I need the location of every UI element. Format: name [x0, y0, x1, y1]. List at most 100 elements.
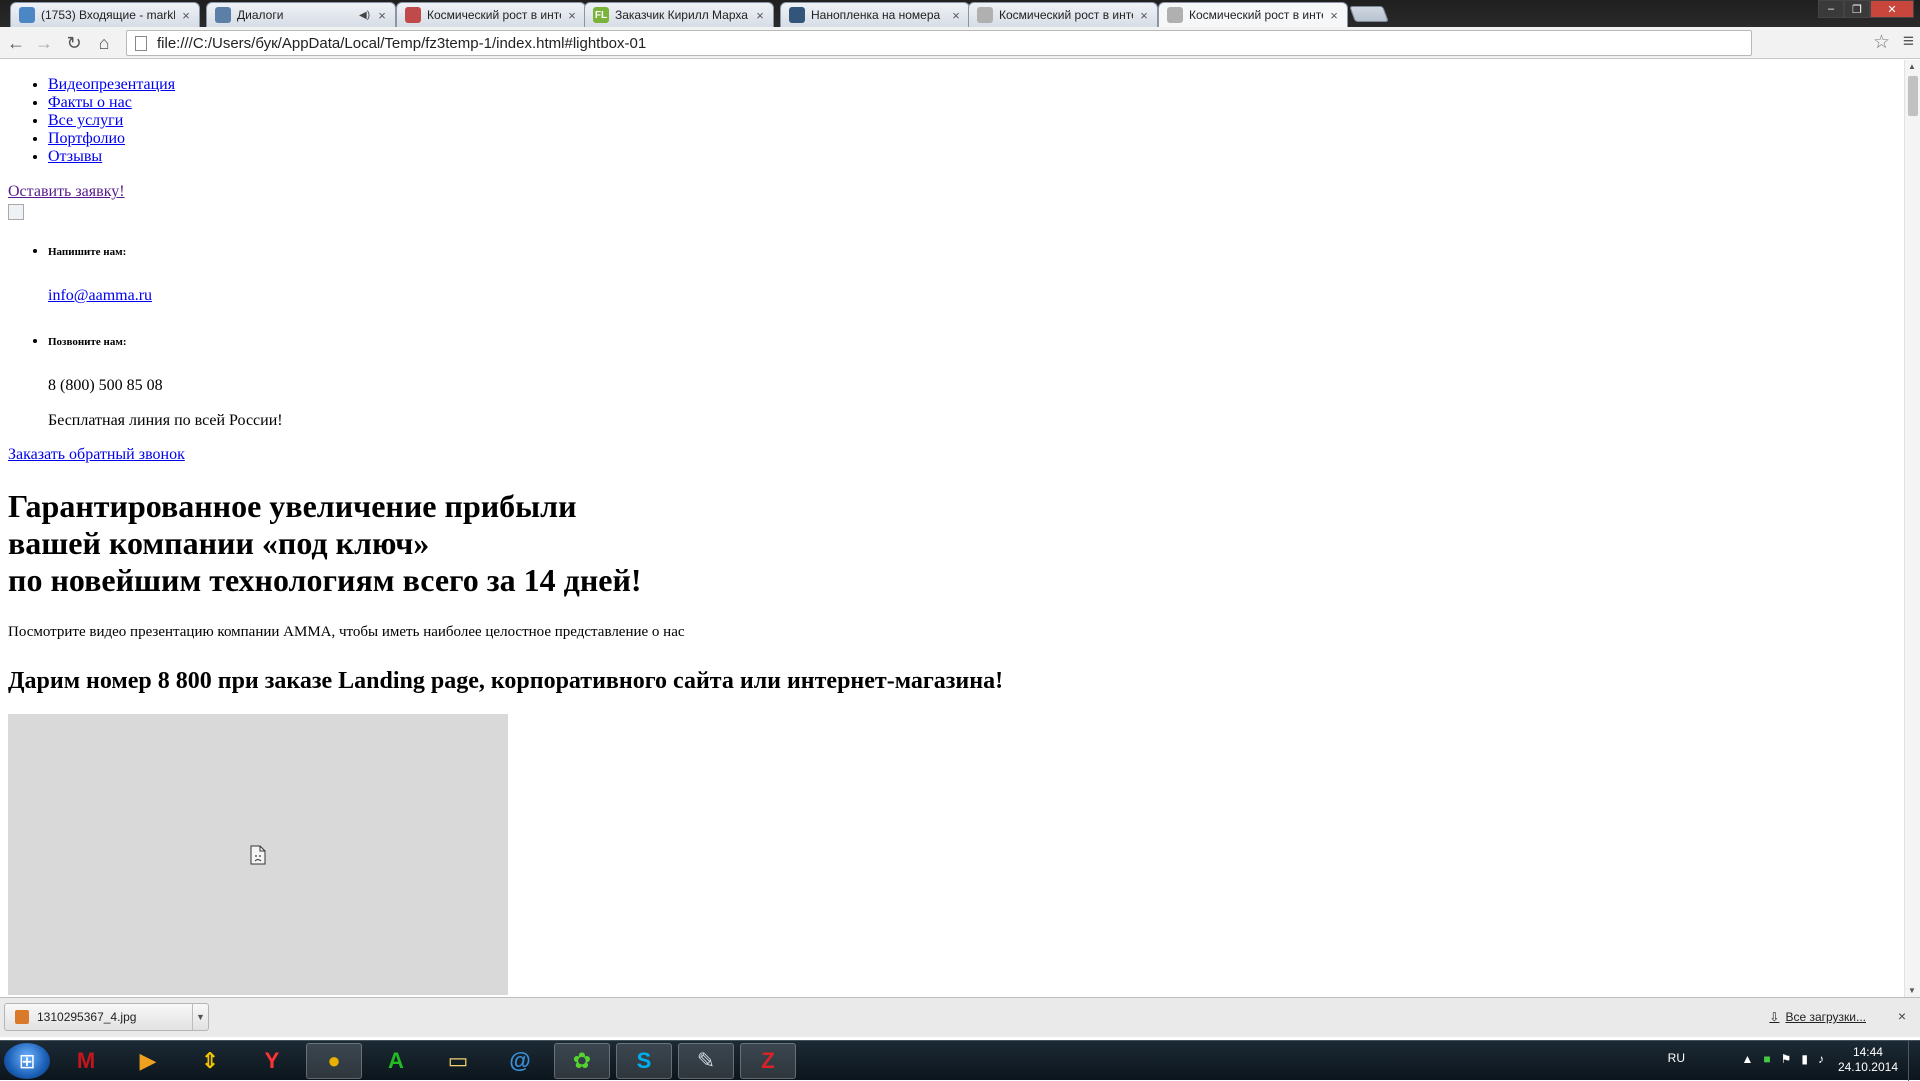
page-scrollbar[interactable]: ▲ ▼ — [1904, 60, 1920, 997]
tray-app-icon[interactable]: ■ — [1763, 1052, 1770, 1066]
tab-close-icon[interactable]: × — [1327, 8, 1341, 23]
home-icon: ⌂ — [98, 32, 110, 53]
bookmark-star-icon[interactable]: ☆ — [1873, 31, 1890, 54]
fl-icon: FL — [593, 7, 609, 23]
mcafee-icon[interactable]: M — [58, 1043, 114, 1079]
hero-line-3: по новейшим технологиям всего за 14 дней… — [8, 562, 642, 598]
tab-close-icon[interactable]: × — [565, 8, 579, 23]
chrome-icon[interactable]: ● — [306, 1043, 362, 1079]
forward-arrow-icon: → — [35, 32, 53, 53]
media-player-icon[interactable]: ▶ — [120, 1043, 176, 1079]
page-icon — [1167, 7, 1183, 23]
skype-icon[interactable]: S — [616, 1043, 672, 1079]
filezilla-icon[interactable]: Z — [740, 1043, 796, 1079]
nav-item-reviews: Отзывы — [48, 148, 1888, 166]
show-hidden-icons-icon[interactable]: ▲ — [1741, 1052, 1753, 1066]
all-downloads-label[interactable]: Все загрузки... — [1785, 1010, 1866, 1024]
minimize-button[interactable]: – — [1818, 0, 1844, 18]
video-description: Посмотрите видео презентацию компании АМ… — [8, 624, 685, 640]
forward-button[interactable]: → — [32, 31, 56, 55]
nav-link-services[interactable]: Все услуги — [48, 112, 123, 129]
video-embed[interactable] — [8, 714, 508, 995]
nav-link-portfolio[interactable]: Портфолио — [48, 130, 125, 147]
missing-plugin-icon — [250, 845, 266, 864]
page-viewport: Видеопрезентация Факты о нас Все услуги … — [0, 60, 1904, 997]
updater-icon[interactable]: ⇕ — [182, 1043, 238, 1079]
free-line-text: Бесплатная линия по всей России! — [48, 412, 283, 429]
tab-title: (1753) Входящие - markh — [41, 8, 175, 22]
volume-icon[interactable]: ♪ — [1818, 1052, 1824, 1066]
back-button[interactable]: ← — [4, 31, 28, 55]
email-link[interactable]: info@aamma.ru — [48, 287, 152, 304]
clock[interactable]: 14:44 24.10.2014 — [1838, 1045, 1898, 1075]
download-item[interactable]: 1310295367_4.jpg ▼ — [4, 1003, 209, 1031]
nav-item-portfolio: Портфолио — [48, 130, 1888, 148]
mail-icon — [19, 7, 35, 23]
new-tab-button[interactable] — [1349, 6, 1389, 22]
tab-close-icon[interactable]: × — [1137, 8, 1151, 23]
request-link[interactable]: Оставить заявку! — [8, 183, 1888, 201]
download-menu-chevron-icon[interactable]: ▼ — [192, 1003, 208, 1031]
hero-line-2: вашей компании «под ключ» — [8, 525, 430, 561]
download-shelf: 1310295367_4.jpg ▼ ⇩ Все загрузки... × — [0, 997, 1920, 1037]
menu-icon[interactable]: ≡ — [1903, 31, 1914, 53]
close-window-button[interactable]: ✕ — [1870, 0, 1914, 18]
page-icon — [977, 7, 993, 23]
download-arrow-icon: ⇩ — [1769, 1010, 1780, 1024]
scroll-up-icon[interactable]: ▲ — [1908, 62, 1916, 71]
address-bar[interactable]: file:///C:/Users/бук/AppData/Local/Temp/… — [126, 30, 1752, 56]
tab-close-icon[interactable]: × — [949, 8, 963, 23]
contact-phone-item: Позвоните нам: 8 (800) 500 85 08 Бесплат… — [48, 332, 1888, 429]
antivirus-a-icon[interactable]: A — [368, 1043, 424, 1079]
window-controls: – ❐ ✕ — [1818, 0, 1914, 18]
nav-link-facts[interactable]: Факты о нас — [48, 94, 132, 111]
language-indicator[interactable]: RU — [1668, 1051, 1685, 1065]
browser-tab[interactable]: (1753) Входящие - markh × — [10, 2, 200, 27]
nav-link-reviews[interactable]: Отзывы — [48, 148, 102, 165]
action-center-icon[interactable]: ⚑ — [1781, 1052, 1792, 1066]
tab-title: Космический рост в инте — [999, 8, 1133, 22]
all-downloads-link[interactable]: ⇩ Все загрузки... — [1769, 1010, 1866, 1024]
tab-close-icon[interactable]: × — [179, 8, 193, 23]
browser-tab[interactable]: Космический рост в инте × — [968, 2, 1158, 27]
icq-icon[interactable]: ✿ — [554, 1043, 610, 1079]
broken-image-icon — [8, 204, 24, 220]
browser-tab[interactable]: Диалоги ◀) × — [206, 2, 396, 27]
site-nav: Видеопрезентация Факты о нас Все услуги … — [8, 76, 1888, 166]
rocket-icon — [405, 7, 421, 23]
tab-close-icon[interactable]: × — [753, 8, 767, 23]
mail-agent-icon[interactable]: @ — [492, 1043, 548, 1079]
paint-icon[interactable]: ✎ — [678, 1043, 734, 1079]
nav-item-services: Все услуги — [48, 112, 1888, 130]
scroll-down-icon[interactable]: ▼ — [1908, 986, 1916, 995]
windows-taskbar: ⊞ M ▶ ⇕ Y ● A ▭ @ ✿ S ✎ Z RU ▲ ■ ⚑ ▮ ♪ 14:44 24.10.… — [0, 1040, 1920, 1081]
write-label: Напишите нам: — [48, 246, 127, 258]
yandex-browser-icon[interactable]: Y — [244, 1043, 300, 1079]
contacts-list: Напишите нам: info@aamma.ru Позвоните на… — [8, 242, 1888, 429]
tray-icons: ▲ ■ ⚑ ▮ ♪ — [1741, 1052, 1824, 1066]
page-icon — [135, 35, 147, 51]
home-button[interactable]: ⌂ — [92, 31, 116, 55]
show-desktop-button[interactable] — [1908, 1041, 1920, 1081]
tab-close-icon[interactable]: × — [375, 8, 389, 23]
browser-tab[interactable]: Космический рост в инте × — [396, 2, 586, 27]
browser-tab[interactable]: FL Заказчик Кирилл Марха × — [584, 2, 774, 27]
browser-tab[interactable]: Нанопленка на номера × — [780, 2, 970, 27]
maximize-button[interactable]: ❐ — [1844, 0, 1870, 18]
callback-link[interactable]: Заказать обратный звонок — [8, 446, 1888, 464]
close-shelf-button[interactable]: × — [1898, 1008, 1906, 1024]
reload-button[interactable]: ↻ — [62, 31, 86, 55]
scroll-thumb[interactable] — [1908, 76, 1918, 116]
browser-tab[interactable]: Космический рост в инте × — [1158, 2, 1348, 27]
download-file-name: 1310295367_4.jpg — [37, 1010, 137, 1024]
file-explorer-icon[interactable]: ▭ — [430, 1043, 486, 1079]
nav-item-video: Видеопрезентация — [48, 76, 1888, 94]
tab-audio-icon[interactable]: ◀) — [359, 10, 371, 21]
tab-title: Нанопленка на номера — [811, 8, 941, 22]
address-url[interactable]: file:///C:/Users/бук/AppData/Local/Temp/… — [157, 35, 646, 52]
network-icon[interactable]: ▮ — [1801, 1052, 1808, 1066]
tab-title: Космический рост в инте — [1189, 8, 1323, 22]
start-button[interactable]: ⊞ — [4, 1043, 50, 1079]
nav-link-video[interactable]: Видеопрезентация — [48, 76, 175, 93]
tab-strip: (1753) Входящие - markh × Диалоги ◀) × Космич… — [0, 0, 1920, 27]
